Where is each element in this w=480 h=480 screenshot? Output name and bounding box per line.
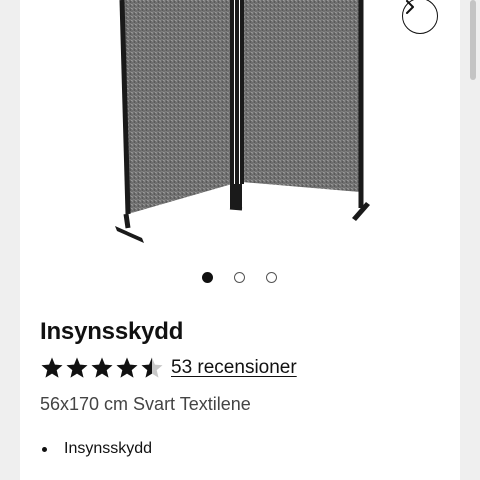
product-page: Insynsskydd 53 recensioner 56x170 cm Sva… — [20, 0, 460, 480]
gallery-dot-3[interactable] — [266, 272, 277, 283]
product-variant-description: 56x170 cm Svart Textilene — [40, 394, 251, 414]
rating-row: 53 recensioner — [40, 354, 297, 382]
product-image — [115, 0, 370, 243]
reviews-link[interactable]: 53 recensioner — [171, 357, 297, 379]
star-icon — [141, 357, 163, 378]
star-rating — [40, 356, 165, 380]
chevron-right-icon — [406, 0, 414, 14]
gallery-dot-2[interactable] — [234, 272, 245, 283]
product-title: Insynsskydd — [40, 318, 184, 345]
bullet-icon — [42, 447, 47, 452]
star-icon — [116, 357, 138, 378]
scrollbar[interactable] — [470, 0, 476, 80]
star-icon — [91, 357, 113, 378]
gallery-dot-1[interactable] — [202, 272, 213, 283]
star-icon — [41, 357, 63, 378]
highlight-item: Insynsskydd — [40, 440, 152, 458]
product-highlights: Insynsskydd — [40, 440, 152, 458]
star-icon — [66, 357, 88, 378]
gallery-pagination — [20, 272, 460, 286]
product-image-gallery[interactable] — [20, 0, 460, 265]
highlight-text: Insynsskydd — [64, 440, 153, 457]
